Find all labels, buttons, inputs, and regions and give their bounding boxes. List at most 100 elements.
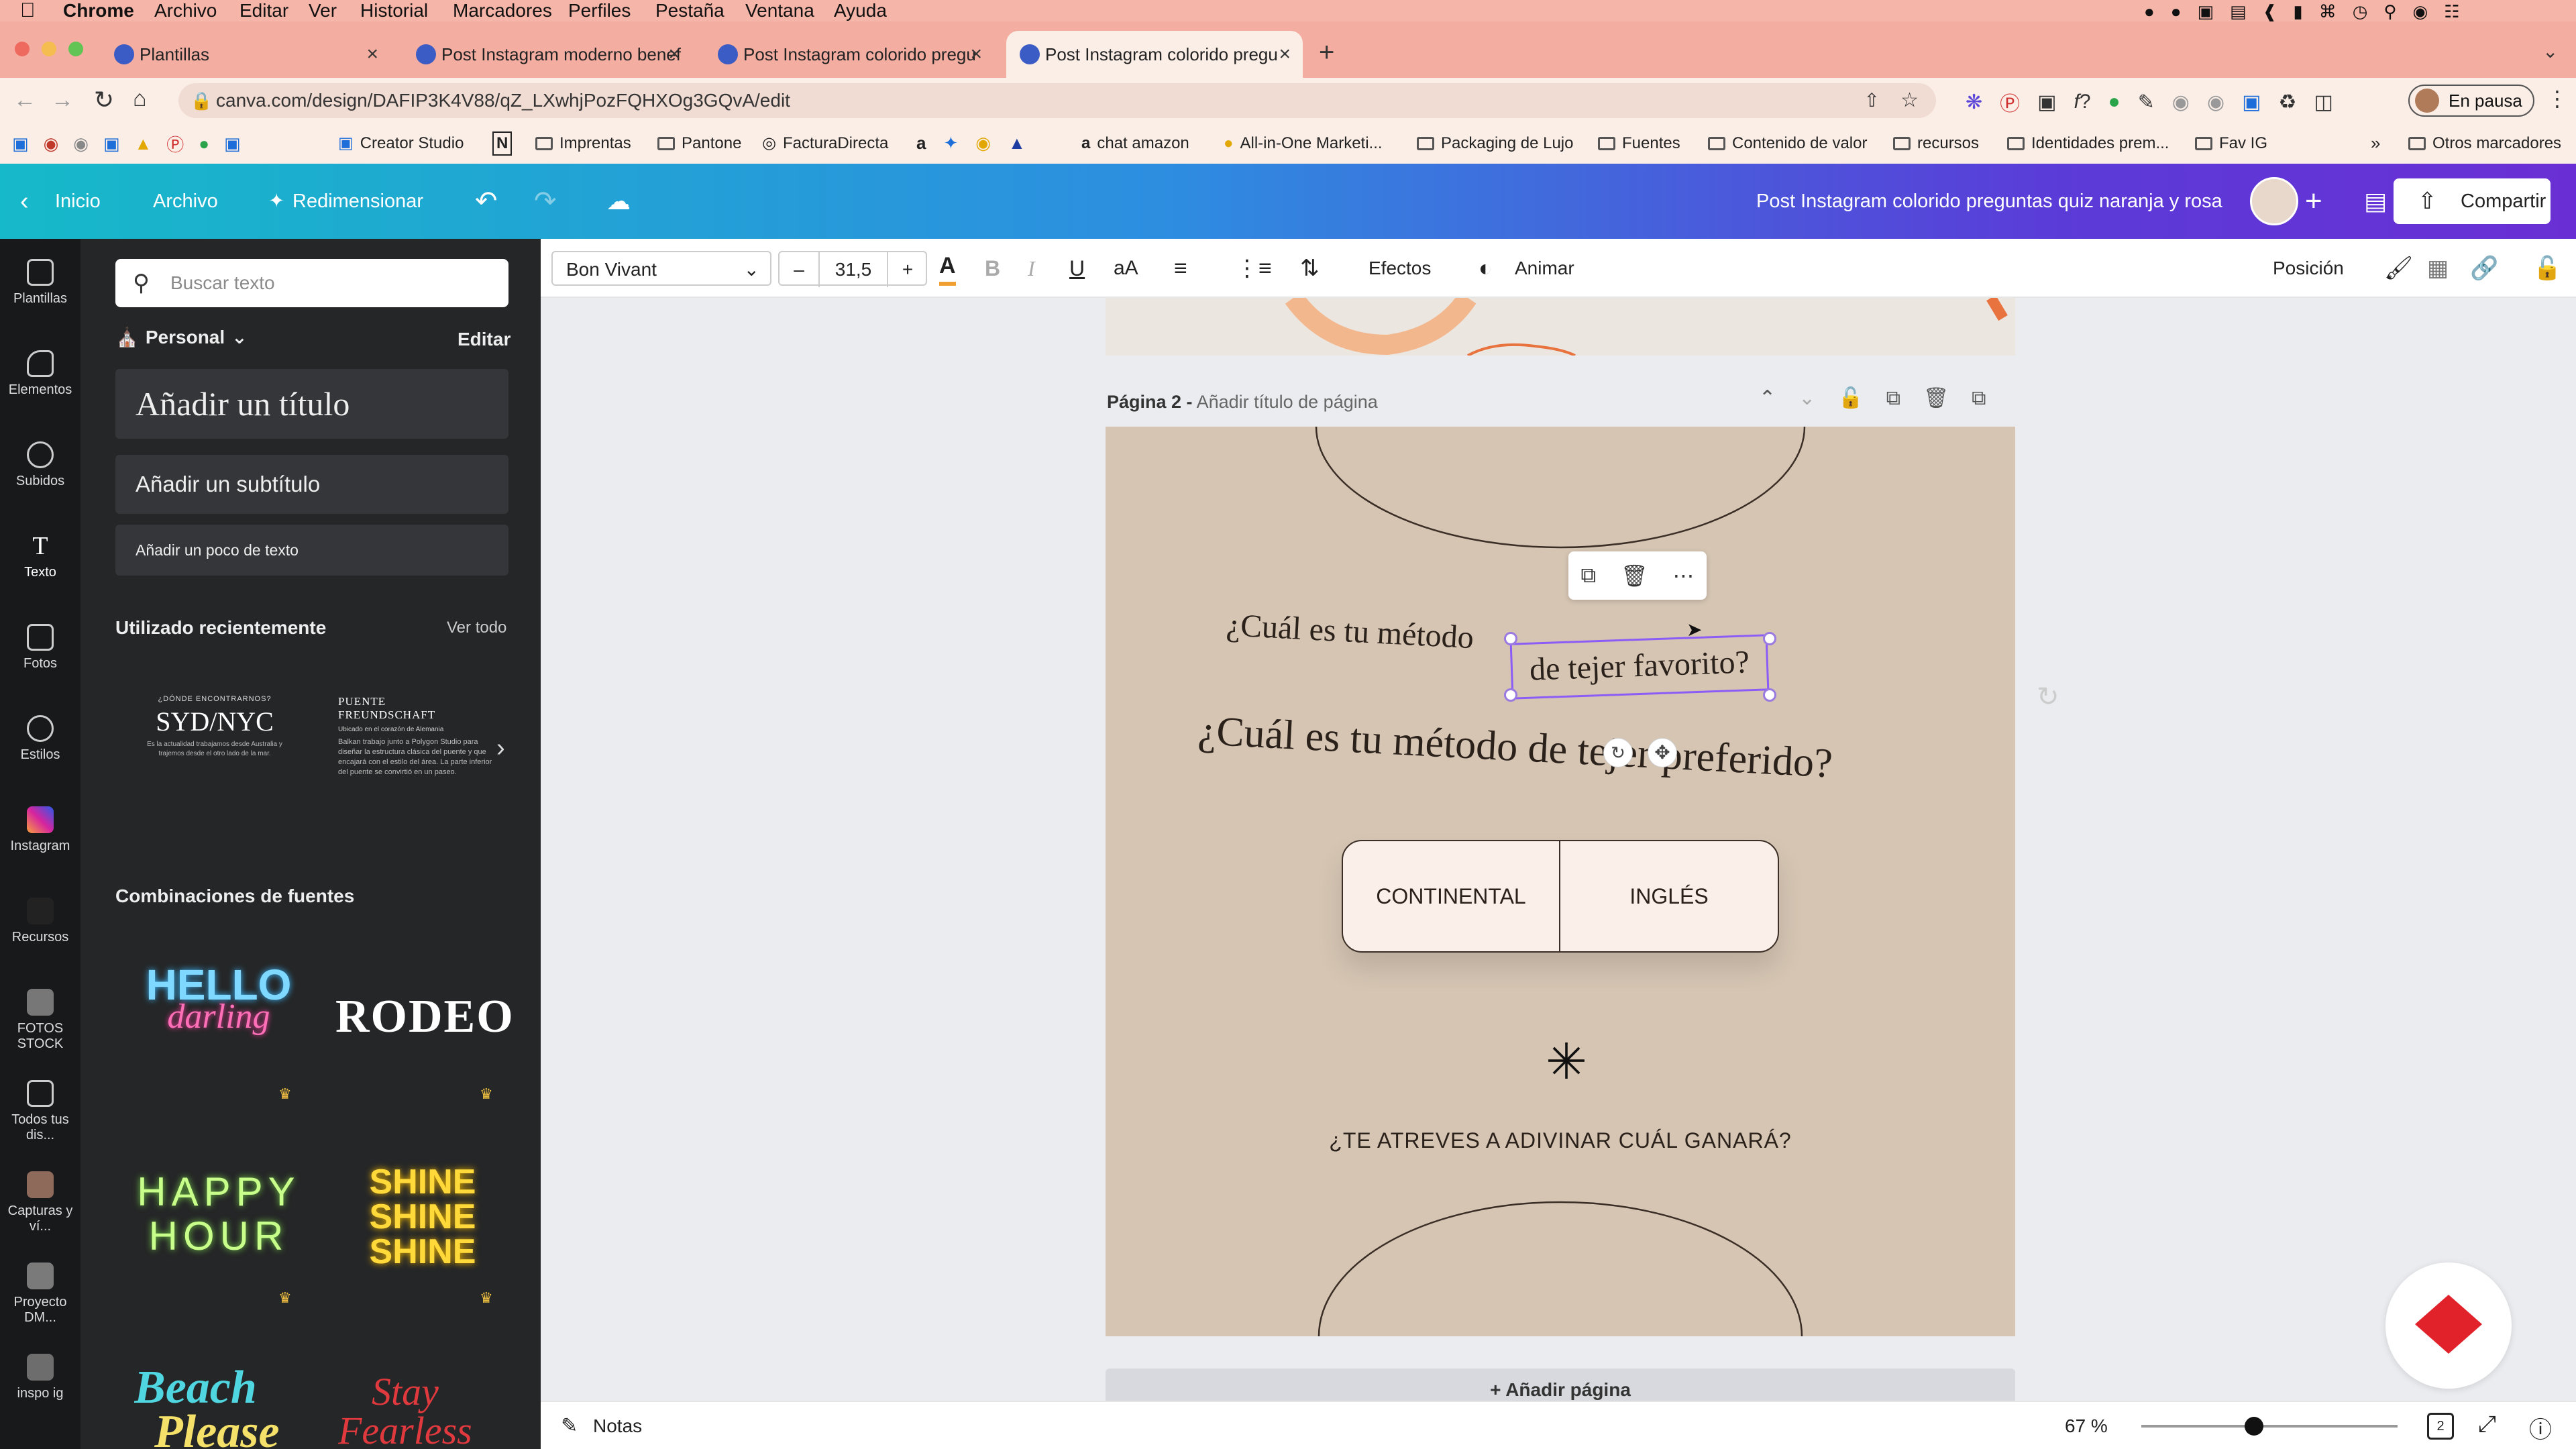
page-count-button[interactable]: 2 (2427, 1413, 2454, 1440)
add-page-button[interactable]: + Añadir página (1106, 1368, 2015, 1401)
rail-item-fotos[interactable]: Fotos (0, 624, 80, 672)
menu-ver[interactable]: Ver (309, 0, 337, 21)
notes-icon[interactable]: ✎ (561, 1414, 578, 1438)
status-app-icon[interactable]: ▤ (2230, 1, 2247, 22)
text-color-icon[interactable]: A (939, 251, 956, 286)
recent-text-template[interactable]: ¿DÓNDE ENCONTRARNOS? SYD/NYC Es la actua… (127, 695, 302, 816)
whatsapp-bookmark-icon[interactable]: ● (199, 133, 209, 154)
bookmark-icon[interactable]: ◉ (44, 133, 59, 154)
tab-close-icon[interactable]: × (970, 43, 982, 66)
lock-icon[interactable]: 🔓 (1838, 386, 1863, 410)
tab-close-icon[interactable]: × (1279, 43, 1291, 66)
menu-ventana[interactable]: Ventana (745, 0, 814, 21)
rail-item-fotos-stock[interactable]: FOTOS STOCK (0, 989, 80, 1052)
extension-icon[interactable]: ◉ (2172, 91, 2190, 114)
rail-item-todos[interactable]: Todos tus dis... (0, 1080, 80, 1143)
add-collaborator-icon[interactable]: + (2305, 164, 2322, 239)
status-app-icon[interactable]: ● (2144, 1, 2155, 22)
page-title-input[interactable]: Añadir título de página (1197, 392, 1378, 412)
extension-icon[interactable]: ❋ (1966, 91, 1982, 114)
option-ingles[interactable]: INGLÉS (1560, 841, 1778, 951)
font-combo-shine[interactable]: SHINE SHINE SHINE (335, 1165, 510, 1285)
rail-item-texto[interactable]: T Texto (0, 533, 80, 580)
bookmark-otros[interactable]: Otros marcadores (2408, 133, 2561, 154)
search-input[interactable]: ⚲ Buscar texto (115, 259, 508, 307)
battery-icon[interactable]: ▮ (2293, 1, 2302, 22)
paint-format-icon[interactable]: 🖌 (2384, 251, 2413, 286)
position-button[interactable]: Posición (2273, 251, 2344, 286)
resize-button[interactable]: Redimensionar (292, 164, 423, 239)
drive-bookmark-icon[interactable]: ▲ (135, 133, 152, 154)
control-center-icon[interactable]: ☷ (2444, 1, 2459, 22)
lock-icon[interactable]: 🔓 (2533, 251, 2561, 286)
bookmark-icon[interactable]: ◉ (73, 133, 89, 154)
add-heading-button[interactable]: Añadir un título (115, 369, 508, 439)
browser-tab-active[interactable]: Post Instagram colorido pregu × (1006, 31, 1303, 78)
share-button[interactable]: ⇧ Compartir (2394, 178, 2551, 224)
animate-button[interactable]: Animar (1515, 251, 1574, 286)
bookmark-icon[interactable]: ▣ (103, 133, 120, 154)
see-all-button[interactable]: Ver todo (447, 619, 506, 637)
rail-item-recursos[interactable]: Recursos (0, 898, 80, 945)
effects-button[interactable]: Efectos (1368, 251, 1431, 286)
bookmark-all-in-one[interactable]: ● All-in-One Marketi... (1224, 133, 1383, 154)
help-icon[interactable]: ⓘ (2529, 1411, 2552, 1444)
bookmark-star-icon[interactable]: ☆ (1900, 83, 1919, 118)
status-app-icon[interactable]: ● (2171, 1, 2182, 22)
apple-icon[interactable]:  (20, 0, 36, 21)
bookmark-fuentes[interactable]: Fuentes (1598, 133, 1680, 154)
tab-search-icon[interactable]: ⌄ (2542, 40, 2558, 62)
edit-brand-button[interactable]: Editar (458, 329, 511, 350)
extension-icon[interactable]: ● (2108, 91, 2121, 113)
chevron-right-icon[interactable]: › (496, 734, 505, 763)
bookmark-facturadirecta[interactable]: ◎ FacturaDirecta (762, 133, 888, 154)
bookmark-pantone[interactable]: Pantone (657, 133, 741, 154)
font-family-dropdown[interactable]: Bon Vivant ⌄ (551, 251, 771, 286)
letter-case-icon[interactable]: aA (1114, 251, 1138, 286)
zoom-percent[interactable]: 67 % (2065, 1415, 2108, 1437)
home-icon[interactable]: ⌂ (133, 86, 147, 112)
window-maximize-button[interactable] (68, 42, 83, 56)
notes-button[interactable]: Notas (593, 1415, 642, 1437)
menu-archivo[interactable]: Archivo (154, 0, 217, 21)
notion-bookmark-icon[interactable]: N (492, 131, 513, 156)
back-icon[interactable]: ← (13, 87, 36, 113)
bookmark-packaging[interactable]: Packaging de Lujo (1417, 133, 1573, 154)
undo-icon[interactable]: ↶ (475, 164, 498, 239)
rail-item-capturas[interactable]: Capturas y ví... (0, 1171, 80, 1234)
insights-chart-icon[interactable]: ▤ (2364, 164, 2387, 239)
amazon-bookmark-icon[interactable]: a (916, 133, 926, 154)
rail-item-plantillas[interactable]: Plantillas (0, 259, 80, 307)
resize-handle[interactable] (1504, 632, 1517, 645)
link-icon[interactable]: 🔗 (2470, 251, 2498, 286)
brand-kit-selector[interactable]: ⛪ Personal ⌄ (115, 326, 248, 348)
option-continental[interactable]: CONTINENTAL (1343, 841, 1559, 951)
add-body-text-button[interactable]: Añadir un poco de texto (115, 525, 508, 576)
chevron-down-icon[interactable]: ⌄ (1799, 386, 1815, 410)
browser-menu-icon[interactable]: ⋮ (2546, 86, 2568, 111)
bookmark-chat-amazon[interactable]: a chat amazon (1081, 133, 1189, 154)
screenshot-extension-icon[interactable]: ▣ (2037, 91, 2056, 114)
font-combo-hello-darling[interactable]: HELLO darling (131, 963, 306, 1097)
resize-handle[interactable] (1504, 688, 1517, 702)
duplicate-page-icon[interactable]: ⧉ (1886, 387, 1900, 410)
rail-item-proyecto[interactable]: Proyecto DM... (0, 1263, 80, 1326)
new-tab-button[interactable]: + (1319, 38, 1334, 68)
menu-marcadores[interactable]: Marcadores (453, 0, 552, 21)
bookmark-imprentas[interactable]: Imprentas (535, 133, 631, 154)
spacing-icon[interactable]: ⇅ (1300, 251, 1320, 286)
menu-app-name[interactable]: Chrome (63, 0, 134, 21)
more-options-icon[interactable]: ⋯ (1673, 563, 1695, 588)
pinterest-bookmark-icon[interactable]: Ⓟ (166, 131, 184, 156)
selected-text-box[interactable]: de tejer favorito? (1509, 634, 1770, 700)
page-refresh-icon[interactable]: ↻ (2037, 682, 2059, 712)
menu-perfiles[interactable]: Perfiles (568, 0, 631, 21)
resize-handle[interactable] (1763, 688, 1776, 702)
rail-item-estilos[interactable]: Estilos (0, 715, 80, 763)
bookmark-icon[interactable]: ◉ (975, 133, 991, 154)
browser-tab[interactable]: Post Instagram colorido pregu × (704, 31, 994, 78)
add-subheading-button[interactable]: Añadir un subtítulo (115, 455, 508, 514)
rail-item-instagram[interactable]: Instagram (0, 806, 80, 854)
bookmark-fav-ig[interactable]: Fav IG (2195, 133, 2267, 154)
font-extension-icon[interactable]: f? (2074, 91, 2091, 113)
